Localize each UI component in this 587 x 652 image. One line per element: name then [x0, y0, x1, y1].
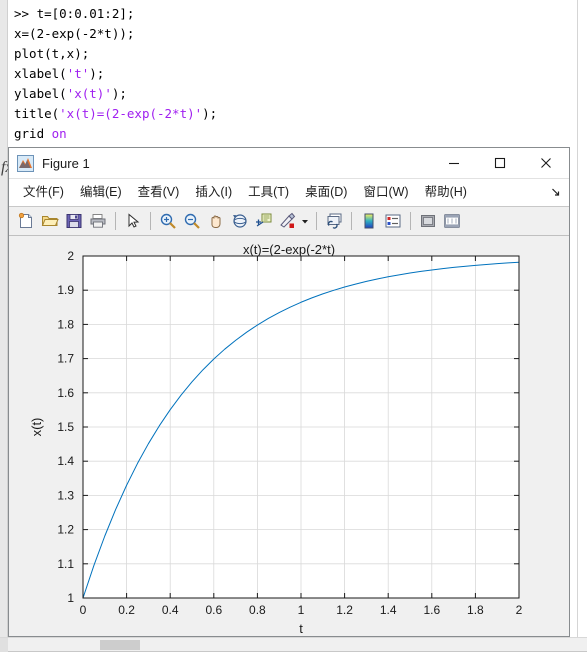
y-axis-tick-label: 1.2: [57, 523, 74, 537]
y-axis-tick-label: 1.4: [57, 454, 74, 468]
x-axis-tick-label: 0.4: [162, 603, 179, 617]
x-axis-tick-label: 0.6: [205, 603, 222, 617]
save-figure-icon[interactable]: [63, 211, 84, 232]
x-axis-tick-label: 1.8: [467, 603, 484, 617]
toolbar-separator: [410, 212, 411, 230]
x-axis-tick-label: 1.2: [336, 603, 353, 617]
scrollbar-thumb[interactable]: [100, 640, 140, 650]
command-token-plain: );: [202, 106, 218, 121]
y-axis-tick-label: 1.5: [57, 420, 74, 434]
menu-item-insert[interactable]: 插入(I): [187, 183, 240, 202]
toolbar-separator: [351, 212, 352, 230]
print-figure-icon[interactable]: [87, 211, 108, 232]
toolbar-separator: [115, 212, 116, 230]
zoom-out-icon[interactable]: [181, 211, 202, 232]
menu-item-help[interactable]: 帮助(H): [417, 183, 475, 202]
command-window-gutter: [0, 0, 8, 651]
overflow-arrow-icon[interactable]: [551, 187, 561, 200]
figure-toolbar[interactable]: [9, 207, 569, 236]
plot-svg: 0 0.2 0.4 0.6 0.8 1 1.2 1.4 1.6 1.8 2 1 1.1 1.2 1.3 1.4…: [29, 249, 523, 635]
toolbar-separator: [150, 212, 151, 230]
command-line: grid on: [14, 124, 574, 144]
link-data-icon[interactable]: [323, 211, 344, 232]
toolbar-separator: [316, 212, 317, 230]
y-axis-tick-label: 1.6: [57, 386, 74, 400]
new-figure-icon[interactable]: [15, 211, 36, 232]
menu-item-edit[interactable]: 编辑(E): [72, 183, 130, 202]
x-axis-label: t: [299, 621, 303, 635]
x-axis-tick-label: 0.8: [249, 603, 266, 617]
command-token-prompt: >>: [14, 6, 37, 21]
command-line: x=(2-exp(-2*t));: [14, 24, 574, 44]
x-axis-tick-label: 0.2: [118, 603, 135, 617]
minimize-icon[interactable]: [431, 148, 477, 178]
colorbar-icon[interactable]: [358, 211, 379, 232]
menu-item-file[interactable]: 文件(F): [15, 183, 72, 202]
command-token-plain: );: [111, 86, 127, 101]
command-token-string: 'x(t)=(2-exp(-2*t)': [59, 106, 203, 121]
command-line: title('x(t)=(2-exp(-2*t)');: [14, 104, 574, 124]
open-file-icon[interactable]: [39, 211, 60, 232]
legend-icon[interactable]: [382, 211, 403, 232]
brush-data-icon[interactable]: [277, 211, 298, 232]
menu-item-view[interactable]: 查看(V): [130, 183, 188, 202]
figure-palette-icon[interactable]: [417, 211, 438, 232]
zoom-in-icon[interactable]: [157, 211, 178, 232]
command-window-right-edge: [577, 0, 587, 651]
matlab-membrane-icon: [17, 155, 34, 172]
command-token-plain: grid: [14, 126, 52, 141]
command-line: >> t=[0:0.01:2];: [14, 4, 574, 24]
rotate-3d-icon[interactable]: [229, 211, 250, 232]
figure-window[interactable]: Figure 1 文件(F) 编辑(E) 查看(V) 插入(I) 工具(T) 桌…: [8, 147, 570, 637]
command-line: plot(t,x);: [14, 44, 574, 64]
command-token-plain: plot(t,x);: [14, 46, 90, 61]
command-token-plain: ylabel(: [14, 86, 67, 101]
x-axis-tick-label: 0: [80, 603, 87, 617]
figure-title-text: Figure 1: [42, 156, 90, 171]
x-axis-tick-label: 2: [516, 603, 523, 617]
command-token-string: 'x(t)': [66, 86, 112, 101]
y-axis-tick-label: 1.9: [57, 283, 74, 297]
y-axis-tick-label: 1.1: [57, 557, 74, 571]
command-token-string: 't': [66, 66, 90, 81]
y-axis-tick-label: 1.7: [57, 352, 74, 366]
menu-item-window[interactable]: 窗口(W): [355, 183, 416, 202]
command-token-plain: t=[0:0.01:2];: [36, 6, 135, 21]
pan-hand-icon[interactable]: [205, 211, 226, 232]
x-axis-tick-label: 1: [298, 603, 305, 617]
command-window-text: >> t=[0:0.01:2]; x=(2-exp(-2*t)); plot(t,x…: [14, 4, 574, 144]
scrollbar-track-left: [0, 638, 8, 652]
command-token-plain: title(: [14, 106, 60, 121]
pointer-select-icon[interactable]: [122, 211, 143, 232]
y-axis-label: x(t): [29, 418, 44, 437]
figure-titlebar[interactable]: Figure 1: [9, 148, 569, 179]
command-token-plain: x=(2-exp(-2*t));: [14, 26, 135, 41]
command-line: xlabel('t');: [14, 64, 574, 84]
menu-item-desktop[interactable]: 桌面(D): [297, 183, 355, 202]
command-token-plain: xlabel(: [14, 66, 67, 81]
figure-plot-canvas[interactable]: x(t)=(2-exp(-2*t) 0 0.2 0.4 0.6 0.8 1 1.2 1.4 1.…: [9, 236, 569, 635]
command-token-plain: );: [89, 66, 105, 81]
x-axis-tick-label: 1.4: [380, 603, 397, 617]
y-axis-tick-label: 2: [67, 249, 74, 263]
command-line: ylabel('x(t)');: [14, 84, 574, 104]
brush-dropdown-caret-icon[interactable]: [301, 211, 309, 232]
y-axis-tick-label: 1.8: [57, 317, 74, 331]
x-axis-tick-label: 1.6: [423, 603, 440, 617]
close-icon[interactable]: [523, 148, 569, 178]
data-cursor-icon[interactable]: [253, 211, 274, 232]
menu-item-tools[interactable]: 工具(T): [240, 183, 297, 202]
plot-browser-icon[interactable]: [441, 211, 462, 232]
command-token-keyword: on: [51, 126, 67, 141]
command-window-hscrollbar[interactable]: [0, 637, 587, 652]
figure-menubar[interactable]: 文件(F) 编辑(E) 查看(V) 插入(I) 工具(T) 桌面(D) 窗口(W…: [9, 179, 569, 207]
maximize-icon[interactable]: [477, 148, 523, 178]
y-axis-tick-label: 1: [67, 591, 74, 605]
y-axis-tick-label: 1.3: [57, 488, 74, 502]
